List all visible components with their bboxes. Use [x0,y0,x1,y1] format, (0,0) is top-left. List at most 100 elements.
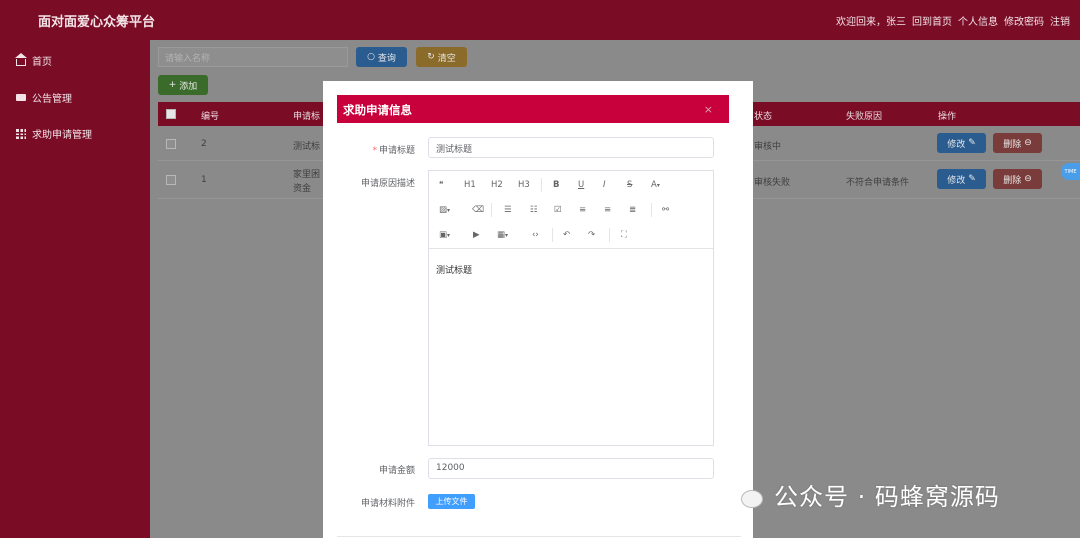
amount-label: 申请金额 [378,466,415,476]
column-header-reason: 失败原因 [846,112,883,122]
add-button[interactable]: + 添加 [158,75,208,95]
editor-content[interactable]: 测试标题 [436,263,472,276]
link-icon[interactable]: ⚯ [662,204,669,216]
dropdown-arrow-icon: ▾ [656,181,660,189]
row-title: 家里困 [293,170,321,180]
title-input[interactable]: 测试标题 [428,137,714,158]
upload-button[interactable]: 上传文件 [428,494,475,509]
watermark-text: 公众号 · 码蜂窝源码 [774,483,1000,511]
justify-icon[interactable]: ≣ [629,204,636,216]
toolbar-divider [552,228,553,242]
dropdown-arrow-icon: ▾ [447,231,451,239]
title-label: * 申请标题 [372,143,415,156]
plus-icon: + [168,80,177,90]
row-id: 2 [201,139,207,149]
sidebar-item-notices[interactable]: 公告管理 [16,90,72,105]
search-icon: ○ [367,52,375,62]
edit-label: 修改 [947,175,966,186]
row-checkbox[interactable] [166,175,176,185]
welcome-text: 欢迎回来，张三 [836,17,906,28]
refresh-icon: ↻ [427,52,435,62]
h1-button[interactable]: H1 [464,179,476,191]
column-header-actions: 操作 [938,112,957,122]
title-label-text: 申请标题 [378,146,415,156]
top-header: 面对面爱心众筹平台 欢迎回来，张三 回到首页 个人信息 修改密码 注销 [0,0,1080,40]
sidebar-item-help-requests[interactable]: 求助申请管理 [16,126,92,141]
change-password-link[interactable]: 修改密码 [1004,13,1044,28]
edit-icon: ✎ [968,138,976,148]
add-label: 添加 [179,81,198,92]
sidebar: 首页 公告管理 求助申请管理 [0,40,150,538]
clear-button[interactable]: ↻ 清空 [416,47,467,67]
search-input[interactable]: 请输入名称 [158,47,348,67]
delete-button[interactable]: 删除 ⊖ [993,169,1042,189]
watermark: 公众号 · 码蜂窝源码 [726,477,1000,512]
redo-icon[interactable]: ↷ [588,229,595,241]
row-reason: 不符合申请条件 [846,178,910,188]
delete-icon: ⊖ [1024,174,1032,184]
row-status: 审核中 [754,142,782,152]
sidebar-item-label: 公告管理 [32,94,72,105]
row-title: 测试标 [293,142,321,152]
align-right-icon[interactable]: ≡ [604,204,611,216]
eraser-icon[interactable]: ⌫ [472,204,484,216]
background-color-button[interactable]: ▨ ▾ [439,204,450,216]
table-icon[interactable]: ▦ ▾ [497,229,508,241]
editor-toolbar: ❝ H1 H2 H3 B U I S A ▾ ▨ ▾ ⌫ ☰ ☷ ☑ ≡ ≡ ≣ ⚯… [429,171,713,249]
help-request-dialog: 求助申请信息 × * 申请标题 测试标题 申请原因描述 ❝ H1 H2 H3 B … [323,81,753,538]
align-left-icon[interactable]: ≡ [579,204,586,216]
description-label: 申请原因描述 [360,179,415,189]
quote-icon[interactable]: ❝ [439,179,444,191]
column-header-id: 编号 [201,112,220,122]
query-button[interactable]: ○ 查询 [356,47,407,67]
image-icon[interactable]: ▣ ▾ [439,229,450,241]
numbered-list-icon[interactable]: ☷ [530,204,538,216]
video-icon[interactable]: ▶ [473,229,480,241]
todo-list-icon[interactable]: ☑ [554,204,562,216]
bullet-list-icon[interactable]: ☰ [504,204,512,216]
strikethrough-button[interactable]: S [627,179,632,191]
underline-button[interactable]: U [578,179,584,191]
edit-button[interactable]: 修改 ✎ [937,133,986,153]
h3-button[interactable]: H3 [518,179,530,191]
home-link[interactable]: 回到首页 [912,13,952,28]
select-all-checkbox[interactable] [166,109,176,119]
dialog-title: 求助申请信息 [343,103,412,117]
grid-icon [16,128,26,139]
delete-label: 删除 [1003,139,1022,150]
row-checkbox[interactable] [166,139,176,149]
dropdown-arrow-icon: ▾ [505,231,509,239]
fullscreen-icon[interactable]: ⛶ [621,229,627,241]
bold-button[interactable]: B [553,179,559,191]
floating-badge[interactable]: TIME [1061,163,1080,180]
column-header-title: 申请标 [293,112,321,122]
h2-button[interactable]: H2 [491,179,503,191]
delete-button[interactable]: 删除 ⊖ [993,133,1042,153]
close-icon[interactable]: × [704,103,713,116]
delete-icon: ⊖ [1024,138,1032,148]
rich-text-editor[interactable]: ❝ H1 H2 H3 B U I S A ▾ ▨ ▾ ⌫ ☰ ☷ ☑ ≡ ≡ ≣ ⚯… [428,170,714,446]
edit-button[interactable]: 修改 ✎ [937,169,986,189]
query-label: 查询 [377,53,396,64]
profile-link[interactable]: 个人信息 [958,13,998,28]
font-color-button[interactable]: A ▾ [651,179,660,191]
home-icon [15,52,27,66]
column-header-status: 状态 [754,112,773,122]
code-icon[interactable]: ‹› [532,229,539,241]
header-nav: 欢迎回来，张三 回到首页 个人信息 修改密码 注销 [836,13,1070,28]
delete-label: 删除 [1003,175,1022,186]
toolbar-divider [491,203,492,217]
attachment-label: 申请材料附件 [360,499,415,509]
app-title: 面对面爱心众筹平台 [38,15,156,30]
toolbar-divider [651,203,652,217]
sidebar-item-label: 首页 [32,57,52,68]
amount-input[interactable]: 12000 [428,458,714,479]
sidebar-item-home[interactable]: 首页 [15,52,52,68]
dropdown-arrow-icon: ▾ [447,206,451,214]
italic-button[interactable]: I [603,179,606,191]
required-mark: * [372,146,377,156]
message-icon [16,94,26,101]
logout-link[interactable]: 注销 [1050,13,1070,28]
undo-icon[interactable]: ↶ [563,229,570,241]
row-title-line2: 资金 [293,184,312,194]
